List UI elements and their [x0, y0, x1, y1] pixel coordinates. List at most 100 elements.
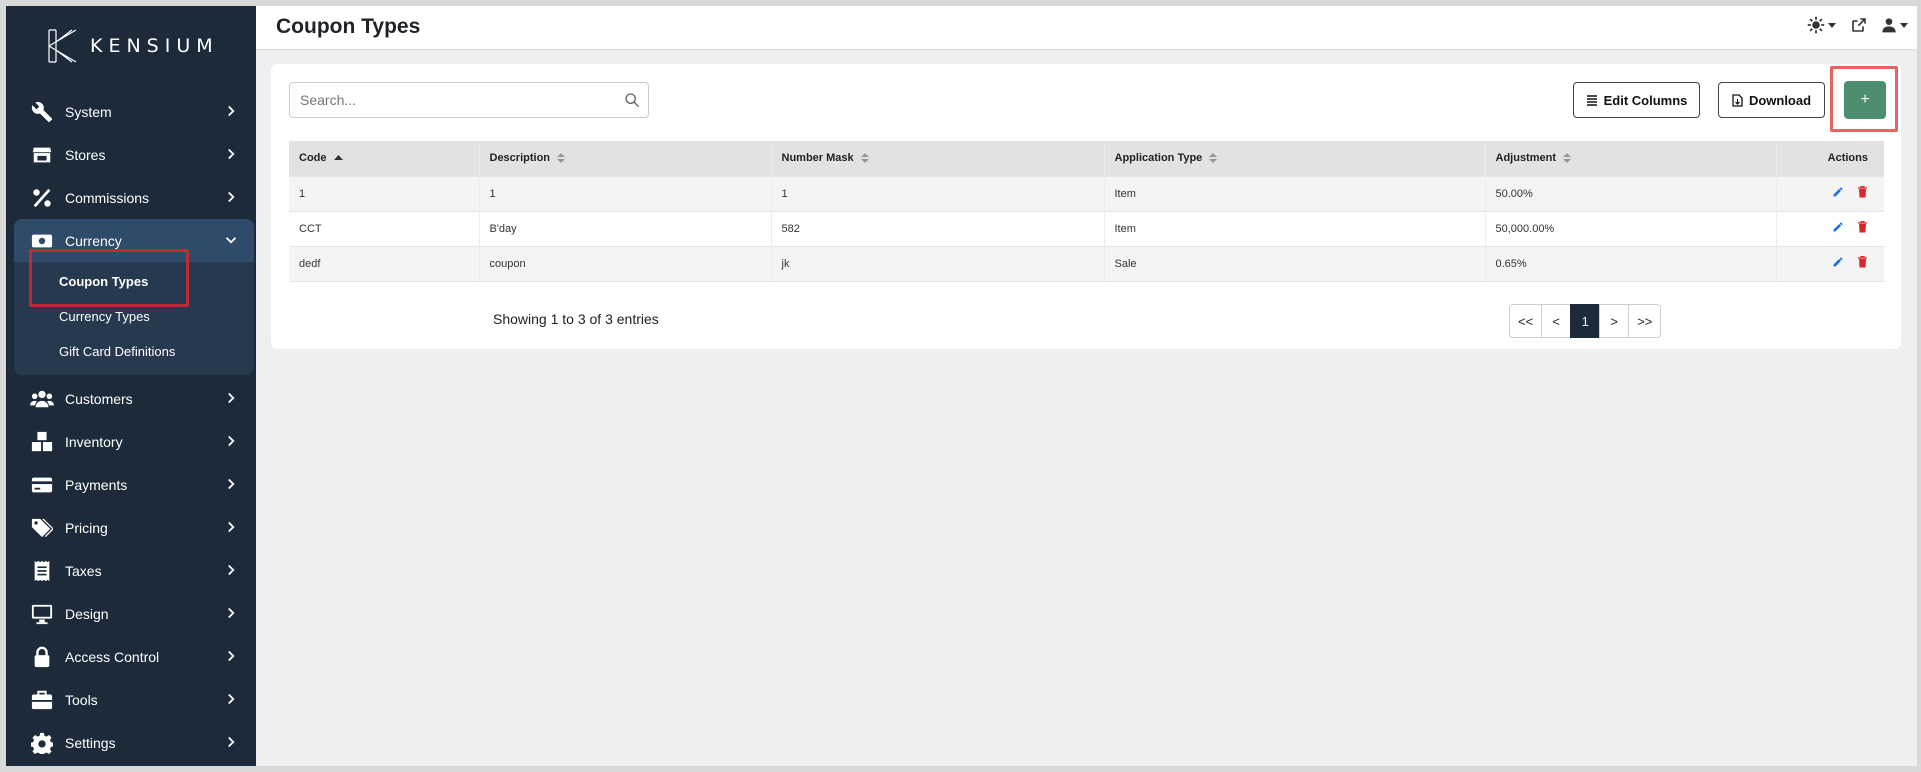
pagination: << < 1 > >> — [1509, 304, 1662, 338]
column-header-number-mask[interactable]: Number Mask — [771, 141, 1105, 176]
money-icon — [30, 229, 54, 253]
cell-adjustment: 0.65% — [1485, 245, 1777, 282]
external-link-button[interactable] — [1851, 17, 1867, 33]
sidebar-item-label: Access Control — [65, 648, 160, 665]
pager-last-button[interactable]: >> — [1628, 304, 1662, 338]
column-header-application-type[interactable]: Application Type — [1104, 141, 1486, 176]
chevron-right-icon — [228, 736, 235, 748]
sort-icon — [1209, 153, 1218, 164]
cell-adjustment: 50.00% — [1485, 175, 1777, 211]
sidebar-item-label: Customers — [65, 390, 133, 407]
header-bar: Coupon Types — [256, 6, 1917, 50]
coupon-types-table: Code Description Number Mask Application… — [289, 141, 1884, 282]
chevron-right-icon — [228, 105, 235, 117]
edit-icon[interactable] — [1832, 256, 1844, 271]
edit-icon[interactable] — [1832, 221, 1844, 236]
sidebar-item-access-control[interactable]: Access Control — [14, 635, 254, 678]
cell-application-type: Item — [1104, 175, 1486, 211]
download-button[interactable]: Download — [1718, 82, 1825, 118]
cell-description: coupon — [479, 245, 772, 282]
sidebar-item-label: Pricing — [65, 519, 108, 536]
pager-next-button[interactable]: > — [1599, 304, 1630, 338]
cell-actions — [1776, 245, 1884, 282]
chevron-right-icon — [228, 650, 235, 662]
sidebar-item-stores[interactable]: Stores — [14, 133, 254, 176]
sidebar-subitem-coupon-types[interactable]: Coupon Types — [14, 264, 254, 299]
receipt-icon — [30, 559, 54, 583]
cell-description: B'day — [479, 210, 772, 246]
search-input[interactable] — [290, 83, 610, 117]
page-title: Coupon Types — [276, 15, 421, 38]
kensium-k-logo-icon — [48, 29, 77, 63]
sidebar-item-label: Inventory — [65, 433, 123, 450]
chevron-right-icon — [228, 478, 235, 490]
column-header-actions: Actions — [1776, 141, 1884, 176]
sidebar-item-label: Taxes — [65, 562, 102, 579]
cell-actions — [1776, 175, 1884, 211]
users-icon — [30, 387, 54, 411]
chevron-right-icon — [228, 693, 235, 705]
percent-icon — [30, 186, 54, 210]
sidebar-item-inventory[interactable]: Inventory — [14, 420, 254, 463]
list-icon — [1586, 95, 1597, 106]
cell-code: CCT — [289, 210, 480, 246]
cell-adjustment: 50,000.00% — [1485, 210, 1777, 246]
sidebar-item-label: Design — [65, 605, 109, 622]
sidebar-item-currency[interactable]: Currency — [14, 219, 254, 262]
monitor-icon — [30, 602, 54, 626]
app-frame: KENSIUM System Stores Commissions Curren… — [6, 6, 1917, 766]
sort-icon — [1563, 153, 1572, 164]
caret-down-icon — [1900, 23, 1908, 28]
sidebar-nav: System Stores Commissions Currency Coupo… — [14, 90, 254, 764]
sidebar-item-settings[interactable]: Settings — [14, 721, 254, 764]
file-download-icon — [1732, 93, 1743, 107]
column-header-code[interactable]: Code — [289, 141, 480, 176]
search-icon[interactable] — [624, 92, 640, 108]
sidebar-item-pricing[interactable]: Pricing — [14, 506, 254, 549]
search-box — [289, 82, 649, 118]
wrench-icon — [30, 100, 54, 124]
sidebar: KENSIUM System Stores Commissions Curren… — [6, 6, 256, 766]
sidebar-item-tools[interactable]: Tools — [14, 678, 254, 721]
edit-columns-label: Edit Columns — [1603, 92, 1688, 108]
column-header-adjustment[interactable]: Adjustment — [1485, 141, 1777, 176]
sidebar-subitem-currency-types[interactable]: Currency Types — [14, 299, 254, 334]
cell-application-type: Sale — [1104, 245, 1486, 282]
column-header-description[interactable]: Description — [479, 141, 772, 176]
toolbox-icon — [30, 688, 54, 712]
sidebar-item-label: Tools — [65, 691, 98, 708]
add-button[interactable]: + — [1844, 81, 1886, 119]
edit-columns-button[interactable]: Edit Columns — [1573, 82, 1700, 118]
sidebar-subitem-gift-card-definitions[interactable]: Gift Card Definitions — [14, 334, 254, 369]
sidebar-item-label: Settings — [65, 734, 116, 751]
trash-icon[interactable] — [1857, 255, 1868, 271]
user-menu[interactable] — [1881, 17, 1909, 33]
tags-icon — [30, 516, 54, 540]
pager-page-1[interactable]: 1 — [1570, 304, 1601, 338]
cell-code: dedf — [289, 245, 480, 282]
edit-icon[interactable] — [1832, 186, 1844, 201]
sort-icon — [860, 153, 869, 164]
cell-code: 1 — [289, 175, 480, 211]
cell-number-mask: 582 — [771, 210, 1105, 246]
brand-logo[interactable]: KENSIUM — [46, 28, 219, 64]
chevron-right-icon — [228, 521, 235, 533]
theme-toggle[interactable] — [1807, 16, 1837, 34]
sidebar-item-payments[interactable]: Payments — [14, 463, 254, 506]
sort-ascending-icon — [333, 155, 343, 161]
chevron-right-icon — [228, 564, 235, 576]
table-row: CCT B'day 582 Item 50,000.00% — [289, 210, 1884, 246]
trash-icon[interactable] — [1857, 220, 1868, 236]
sidebar-item-label: Payments — [65, 476, 128, 493]
sidebar-item-system[interactable]: System — [14, 90, 254, 133]
sidebar-item-customers[interactable]: Customers — [14, 377, 254, 420]
sidebar-item-taxes[interactable]: Taxes — [14, 549, 254, 592]
pager-prev-button[interactable]: < — [1541, 304, 1572, 338]
pager-first-button[interactable]: << — [1509, 304, 1543, 338]
cell-actions — [1776, 210, 1884, 246]
chevron-right-icon — [228, 148, 235, 160]
trash-icon[interactable] — [1857, 185, 1868, 201]
store-icon — [30, 143, 54, 167]
sidebar-item-design[interactable]: Design — [14, 592, 254, 635]
sidebar-item-commissions[interactable]: Commissions — [14, 176, 254, 219]
